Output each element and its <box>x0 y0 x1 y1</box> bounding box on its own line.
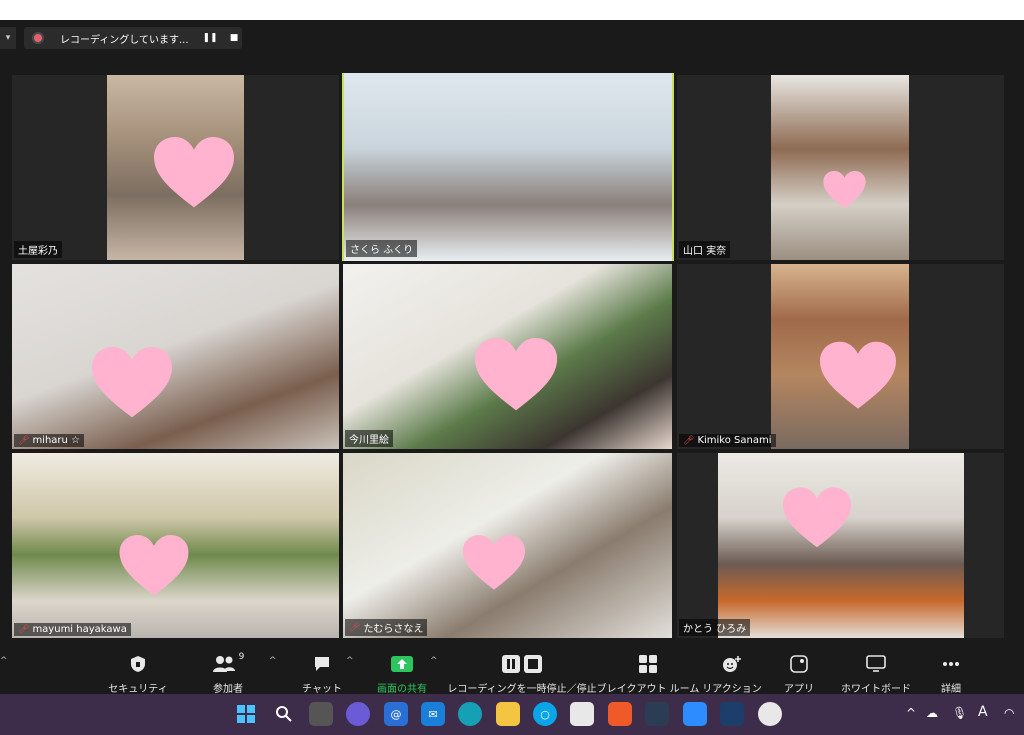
participant-name-tag: 🎤︎ たむらさなえ <box>345 619 428 636</box>
microphone-icon[interactable]: 🎙︎ <box>952 706 967 720</box>
heart-icon <box>472 338 560 412</box>
participant-count: 9 <box>238 652 245 662</box>
heart-icon <box>92 344 172 422</box>
video-tile[interactable]: 今川里絵 <box>343 264 672 449</box>
people-icon: 9 <box>212 652 245 676</box>
participants-options-caret[interactable]: ^ <box>269 656 277 666</box>
title-strip <box>0 0 1024 20</box>
pause-stop-recording-button[interactable]: レコーディングを一時停止／停止 <box>447 652 597 695</box>
recording-menu-toggle[interactable]: ▾ <box>0 27 16 49</box>
chat-button[interactable]: チャット <box>300 652 344 695</box>
breakout-rooms-button[interactable]: ブレイクアウト ルーム <box>597 652 699 695</box>
chat-bubble-icon <box>313 652 331 676</box>
task-view-icon[interactable] <box>309 702 333 726</box>
participant-video <box>771 75 909 260</box>
heart-icon <box>146 137 242 209</box>
recording-dot-icon <box>32 32 44 44</box>
share-arrow-icon <box>391 652 413 676</box>
video-tile[interactable]: 🎤︎ miharu ☆ <box>12 264 339 449</box>
muted-mic-icon: 🎤︎ <box>683 435 695 446</box>
participant-video <box>12 264 339 449</box>
share-options-caret[interactable]: ^ <box>430 656 438 666</box>
muted-mic-icon: 🎤︎ <box>18 624 30 635</box>
windows-start-icon[interactable] <box>234 702 258 726</box>
video-tile[interactable]: 🎤︎ mayumi hayakawa <box>12 453 339 638</box>
smiley-plus-icon <box>722 652 742 676</box>
recording-status: レコーディングしています... <box>60 34 189 46</box>
pause-stop-icon <box>502 652 542 676</box>
whiteboard-button[interactable]: ホワイトボード <box>840 652 912 695</box>
more-dots-icon <box>942 652 960 676</box>
edge-browser-icon[interactable] <box>458 702 482 726</box>
recording-indicator: レコーディングしています... ❚❚ ■ <box>24 27 242 49</box>
store-icon[interactable] <box>570 702 594 726</box>
meeting-toolbar: ^ セキュリティ 9 参加者 ^ チャット ^ 画面の共有 ^ レコーディングを… <box>0 648 1024 695</box>
participant-name-tag: 土屋彩乃 <box>14 241 62 258</box>
audio-options-caret[interactable]: ^ <box>0 656 8 666</box>
reactions-button[interactable]: リアクション <box>702 652 762 695</box>
video-tile[interactable]: 🎤︎ たむらさなえ <box>343 453 672 638</box>
whiteboard-icon <box>866 652 886 676</box>
app-icon[interactable] <box>608 702 632 726</box>
search-icon[interactable] <box>272 702 296 726</box>
windows-taskbar: @ ✉ ○ ^ ☁ 🎙︎ A ◠ <box>0 694 1024 735</box>
muted-mic-icon: 🎤︎ <box>349 622 361 633</box>
participant-name-tag: 🎤︎ miharu ☆ <box>14 434 85 447</box>
more-button[interactable]: 詳細 <box>934 652 968 695</box>
cortana-icon[interactable]: ○ <box>533 702 557 726</box>
grid-icon <box>639 652 657 676</box>
stop-recording-button[interactable]: ■ <box>226 31 242 45</box>
active-speaker-tile[interactable]: さくら ふくり <box>342 73 674 261</box>
security-button[interactable]: セキュリティ <box>108 652 168 695</box>
mail-app-icon[interactable]: @ <box>384 702 408 726</box>
video-tile[interactable]: 土屋彩乃 <box>12 75 339 260</box>
heart-icon <box>783 487 851 549</box>
heart-icon <box>117 535 191 597</box>
ime-indicator-icon[interactable]: A <box>978 704 988 720</box>
video-tile[interactable]: 山口 実奈 <box>677 75 1004 260</box>
participant-name-tag: かとう ひろみ <box>679 619 751 636</box>
muted-mic-icon: 🎤︎ <box>18 435 30 446</box>
chrome-icon[interactable] <box>758 702 782 726</box>
video-tile[interactable]: 🎤︎ Kimiko Sanami <box>677 264 1004 449</box>
participant-name-tag: 🎤︎ mayumi hayakawa <box>14 623 131 636</box>
zoom-meeting-window: ▾ レコーディングしています... ❚❚ ■ 土屋彩乃 さくら ふくり 山口 実… <box>0 0 1024 735</box>
pause-recording-button[interactable]: ❚❚ <box>202 31 218 45</box>
zoom-icon[interactable] <box>683 702 707 726</box>
teams-chat-icon[interactable] <box>346 702 370 726</box>
participant-name-tag: 山口 実奈 <box>679 241 731 258</box>
app-icon[interactable] <box>645 702 669 726</box>
heart-icon <box>816 171 873 209</box>
participant-name-tag: 🎤︎ Kimiko Sanami <box>679 434 776 447</box>
heart-icon <box>463 535 525 591</box>
wifi-icon[interactable]: ◠ <box>1004 706 1014 720</box>
participant-video <box>344 73 672 261</box>
prime-video-icon[interactable] <box>720 702 744 726</box>
cloud-icon[interactable]: ☁ <box>926 706 938 720</box>
apps-icon <box>790 652 808 676</box>
chat-options-caret[interactable]: ^ <box>346 656 354 666</box>
mail-icon[interactable]: ✉ <box>421 702 445 726</box>
video-tile[interactable]: かとう ひろみ <box>677 453 1004 638</box>
apps-button[interactable]: アプリ <box>782 652 816 695</box>
chevron-up-icon[interactable]: ^ <box>906 706 916 720</box>
share-screen-button[interactable]: 画面の共有 <box>372 652 432 695</box>
participants-button[interactable]: 9 参加者 <box>205 652 251 695</box>
heart-icon <box>820 341 896 411</box>
participant-name-tag: さくら ふくり <box>346 240 418 257</box>
file-explorer-icon[interactable] <box>496 702 520 726</box>
shield-icon <box>130 652 146 676</box>
participant-name-tag: 今川里絵 <box>345 430 393 447</box>
